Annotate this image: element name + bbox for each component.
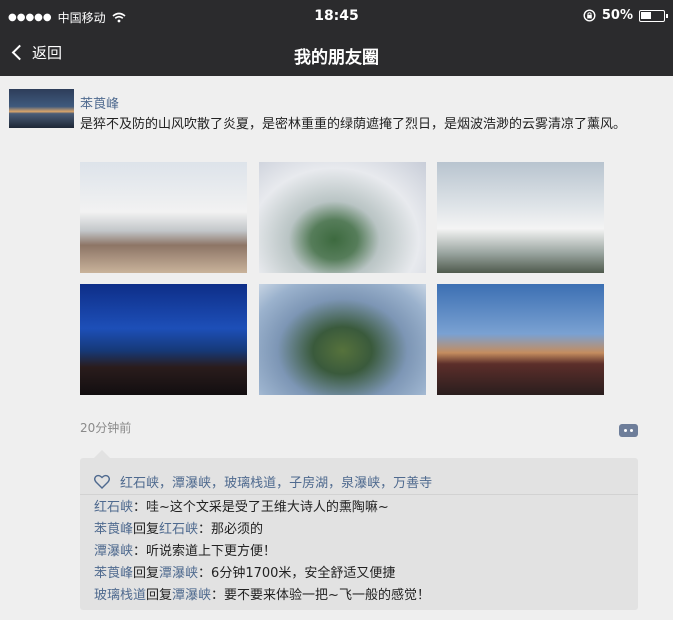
post-photo-4[interactable]	[80, 284, 247, 395]
comment-text: ：听说索道上下更方便！	[133, 544, 277, 559]
comment-text: ：要不要来体验一把~飞一般的感觉！	[211, 588, 430, 603]
comment-author[interactable]: 红石峡	[94, 500, 133, 515]
post-photo-6[interactable]	[437, 284, 604, 395]
rotation-lock-icon	[583, 9, 596, 22]
comment-reply-to[interactable]: 潭瀑峡	[159, 566, 198, 581]
like-name[interactable]: 红石峡	[120, 472, 159, 491]
avatar[interactable]	[9, 89, 74, 128]
like-separator: ，	[276, 476, 290, 491]
page-title: 我的朋友圈	[294, 48, 379, 68]
comment-author[interactable]: 玻璃栈道	[94, 588, 146, 603]
comment[interactable]: 苯莨峰回复红石峡：那必须的	[94, 519, 430, 541]
comment-author[interactable]: 苯莨峰	[94, 566, 133, 581]
post-photo-3[interactable]	[437, 162, 604, 273]
status-bar: ●●●●● 中国移动 18:45 50%	[0, 0, 673, 34]
post-text: 是猝不及防的山风吹散了炎夏，是密林重重的绿荫遮掩了烈日，是烟波浩渺的云雾清凉了薰…	[80, 117, 627, 132]
interaction-box: 红石峡， 潭瀑峡， 玻璃栈道， 子房湖， 泉瀑峡， 万善寺 红石峡：哇~这个文采…	[80, 450, 638, 610]
battery-icon	[639, 9, 668, 22]
like-name[interactable]: 玻璃栈道	[224, 472, 276, 491]
like-separator: ，	[159, 476, 173, 491]
comment-author[interactable]: 苯莨峰	[94, 522, 133, 537]
post-photo-2[interactable]	[259, 162, 426, 273]
heart-icon	[94, 474, 110, 489]
post-photo-1[interactable]	[80, 162, 247, 273]
comment-author[interactable]: 潭瀑峡	[94, 544, 133, 559]
like-separator: ，	[328, 476, 342, 491]
comment-menu-button[interactable]	[619, 424, 638, 437]
post-time: 20分钟前	[80, 421, 132, 435]
comment-text: ：那必须的	[198, 522, 264, 537]
like-separator: ，	[211, 476, 225, 491]
like-name[interactable]: 泉瀑峡	[341, 472, 380, 491]
comments-list: 红石峡：哇~这个文采是受了王维大诗人的熏陶嘛~ 苯莨峰回复红石峡：那必须的 潭瀑…	[94, 497, 430, 607]
like-separator: ，	[380, 476, 394, 491]
nav-bar: 返回 我的朋友圈	[0, 34, 673, 76]
like-name[interactable]: 万善寺	[393, 472, 432, 491]
status-right: 50%	[583, 8, 668, 23]
comment-reply-to[interactable]: 红石峡	[159, 522, 198, 537]
comment[interactable]: 玻璃栈道回复潭瀑峡：要不要来体验一把~飞一般的感觉！	[94, 585, 430, 607]
battery-percent: 50%	[601, 8, 633, 23]
status-time: 18:45	[314, 8, 359, 24]
post-photo-5[interactable]	[259, 284, 426, 395]
comment[interactable]: 潭瀑峡：听说索道上下更方便！	[94, 541, 430, 563]
reply-word: 回复	[133, 566, 160, 581]
comment[interactable]: 红石峡：哇~这个文采是受了王维大诗人的熏陶嘛~	[94, 497, 430, 519]
reply-word: 回复	[146, 588, 173, 603]
comment-reply-to[interactable]: 潭瀑峡	[172, 588, 211, 603]
comment-text: ：6分钟1700米，安全舒适又便捷	[198, 566, 396, 581]
likes-row: 红石峡， 潭瀑峡， 玻璃栈道， 子房湖， 泉瀑峡， 万善寺	[94, 472, 432, 491]
reply-word: 回复	[133, 522, 160, 537]
like-name[interactable]: 潭瀑峡	[172, 472, 211, 491]
comment[interactable]: 苯莨峰回复潭瀑峡：6分钟1700米，安全舒适又便捷	[94, 563, 430, 585]
divider	[80, 494, 638, 495]
post-author[interactable]: 苯莨峰	[80, 93, 119, 112]
like-name[interactable]: 子房湖	[289, 472, 328, 491]
comment-text: ：哇~这个文采是受了王维大诗人的熏陶嘛~	[133, 500, 389, 515]
